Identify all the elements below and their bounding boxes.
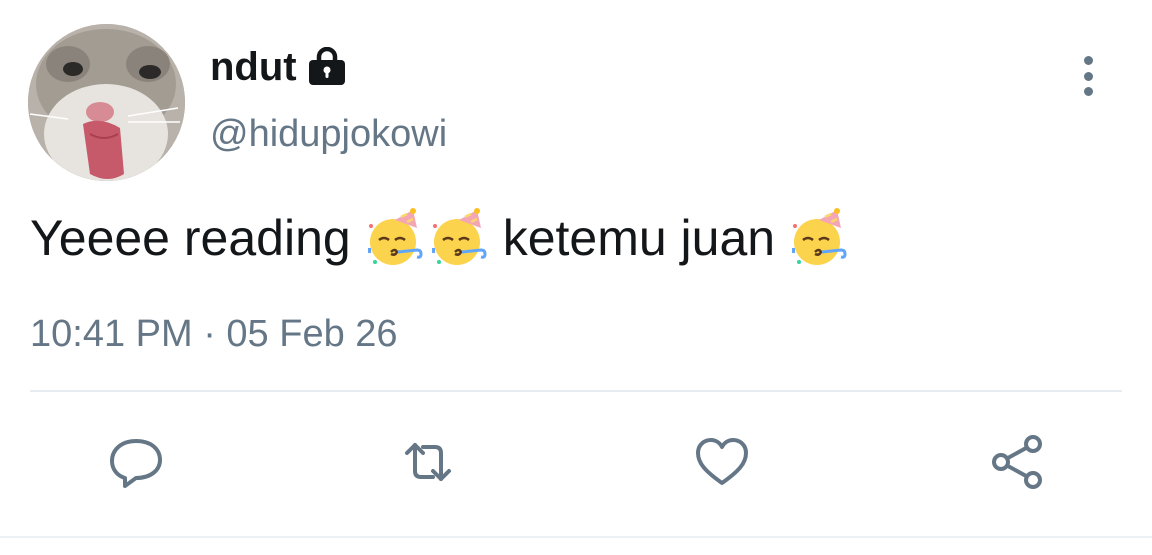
retweet-button[interactable] (398, 432, 458, 492)
share-button[interactable] (988, 432, 1048, 492)
reply-button[interactable] (106, 432, 166, 492)
more-dot (1083, 71, 1093, 81)
tweet-text-part: ketemu juan (502, 210, 776, 266)
retweet-icon (405, 443, 451, 481)
partying-face-emoji-icon (365, 208, 425, 268)
avatar[interactable] (28, 24, 185, 181)
reply-icon (110, 439, 162, 488)
more-dot (1083, 87, 1093, 96)
avatar-image (28, 24, 185, 181)
tweet-text-part: Yeeee reading (30, 210, 351, 266)
lock-icon (305, 47, 349, 87)
tweet-detail: ndut @hidupjokowi Yeeee reading ketemu j… (0, 0, 1152, 555)
display-name[interactable]: ndut (210, 43, 349, 91)
divider (30, 390, 1122, 392)
timestamp[interactable]: 10:41 PM · 05 Feb 26 (30, 310, 398, 358)
share-icon (992, 435, 1042, 489)
partying-face-emoji-icon (789, 208, 849, 268)
partying-face-emoji-icon (429, 208, 489, 268)
bottom-divider (0, 536, 1152, 538)
display-name-text: ndut (210, 45, 297, 89)
handle[interactable]: @hidupjokowi (210, 110, 447, 158)
more-vertical-icon[interactable] (1068, 52, 1108, 100)
more-dot (1083, 56, 1093, 65)
heart-icon (696, 438, 748, 485)
tweet-text: Yeeee reading ketemu juan (30, 204, 849, 272)
like-button[interactable] (692, 432, 752, 492)
